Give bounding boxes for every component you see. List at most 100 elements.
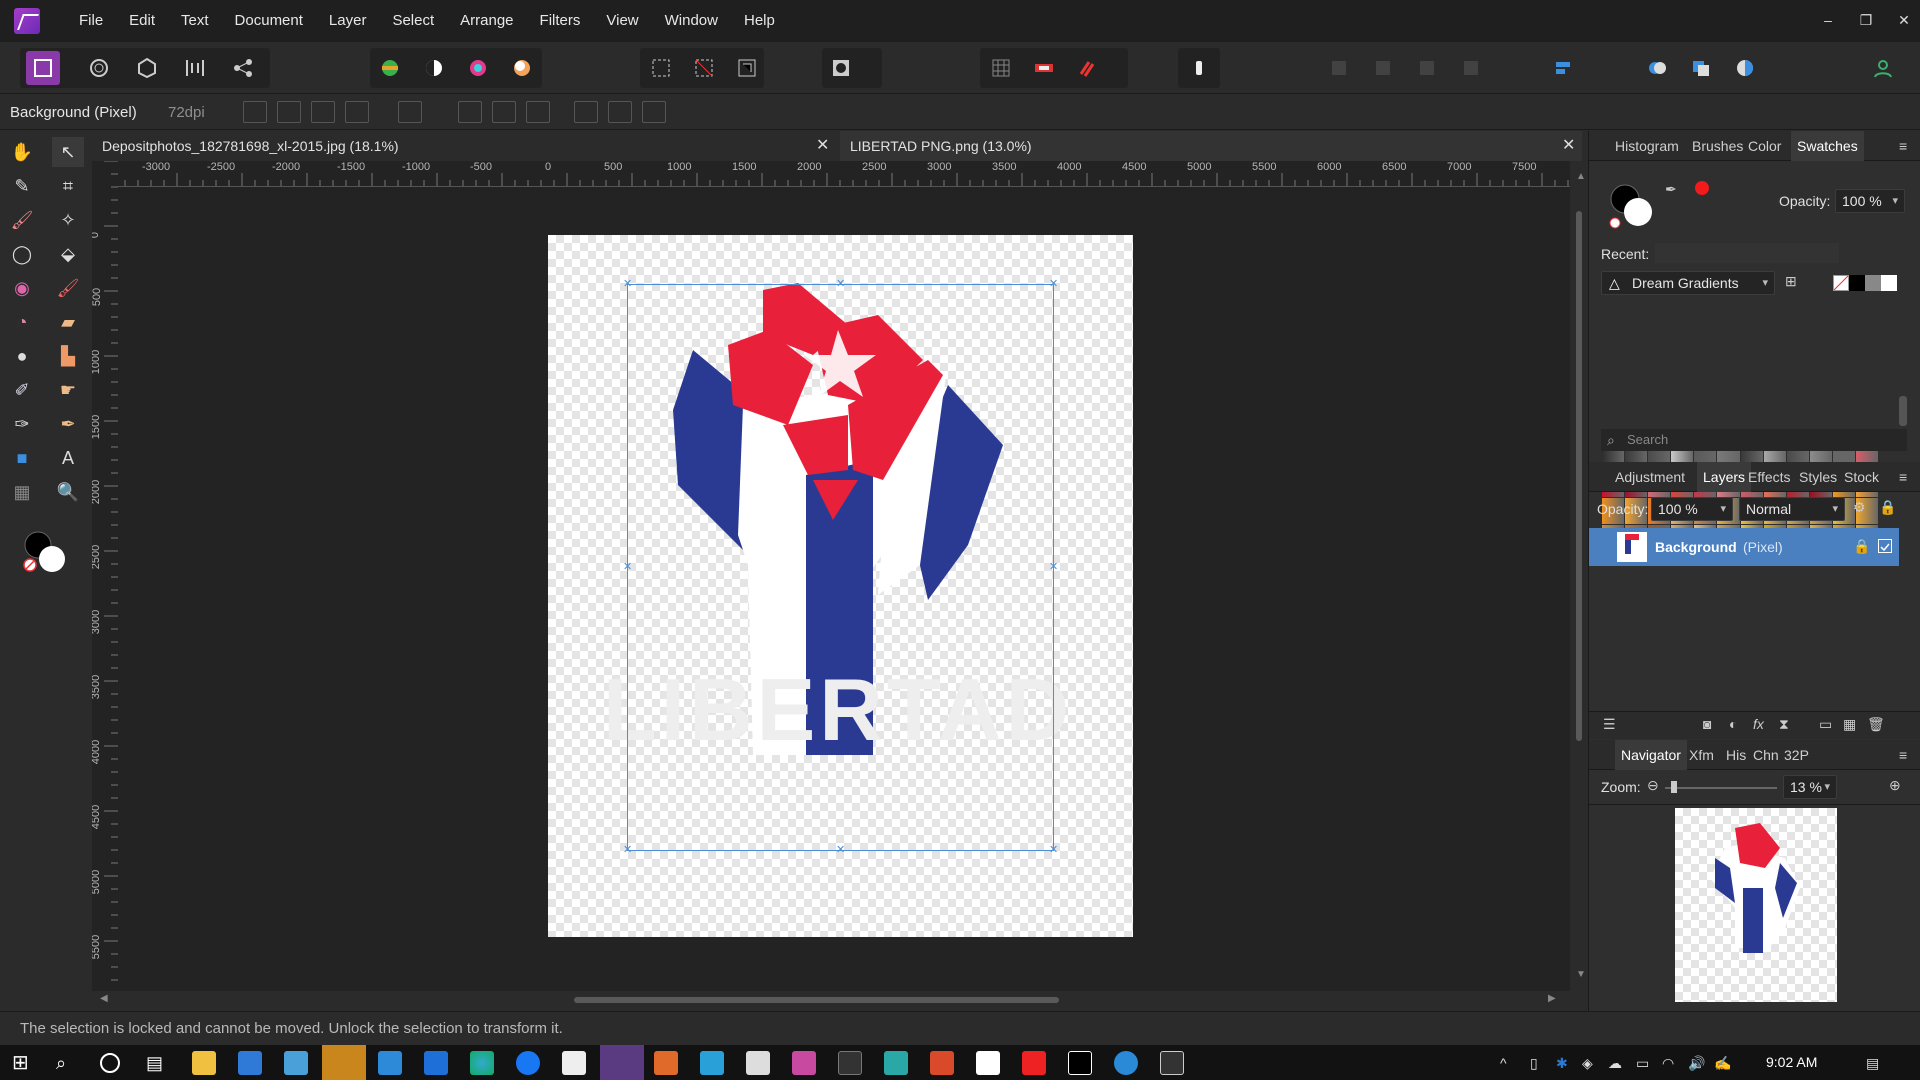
fill-stroke-swatch-icon[interactable] [1607, 181, 1659, 233]
tab-swatches[interactable]: Swatches [1791, 131, 1864, 161]
smudge-tool-icon[interactable]: ☛ [52, 375, 84, 405]
arrange-back-icon[interactable] [1322, 51, 1356, 85]
grid-icon[interactable] [984, 51, 1018, 85]
arrange-front-icon[interactable] [1454, 51, 1488, 85]
account-icon[interactable] [1866, 51, 1900, 85]
menu-document[interactable]: Document [222, 0, 316, 42]
menu-file[interactable]: File [66, 0, 116, 42]
erase-brush-tool-icon[interactable]: ▰ [52, 307, 84, 337]
menu-view[interactable]: View [593, 0, 651, 42]
boolean-add-icon[interactable] [1640, 51, 1674, 85]
word-icon[interactable] [424, 1051, 448, 1075]
transform-handle[interactable]: ✕ [1049, 562, 1058, 573]
layer-row[interactable]: Background (Pixel) 🔒 [1589, 528, 1899, 566]
transform-handle[interactable]: ✕ [623, 562, 632, 573]
blemish-tool-icon[interactable]: ✐ [6, 375, 38, 405]
boolean-subtract-icon[interactable] [1684, 51, 1718, 85]
cortana-icon[interactable] [100, 1053, 120, 1073]
notifications-icon[interactable]: ▤ [1866, 1051, 1890, 1075]
tiktok-icon[interactable] [1068, 1051, 1092, 1075]
pixel-layer-icon[interactable]: ▦ [1843, 716, 1856, 733]
group-folder-icon[interactable]: ▭ [1819, 716, 1832, 733]
cloud-tray-icon[interactable]: ☁ [1608, 1051, 1632, 1075]
tab-libertad[interactable]: LIBERTAD PNG.png (13.0%) [840, 131, 1582, 161]
scale-with-object-icon[interactable] [311, 101, 335, 123]
edge-browser-icon[interactable] [470, 1051, 494, 1075]
hand-tool-icon[interactable]: ✋ [6, 137, 38, 167]
lock-icon[interactable]: 🔒 [1879, 499, 1896, 516]
hide-selection-icon[interactable] [345, 101, 369, 123]
delete-layer-icon[interactable]: 🗑 [1867, 716, 1885, 733]
zoom-slider-thumb[interactable] [1671, 781, 1677, 793]
affinity-photo-taskbar-icon[interactable] [600, 1045, 644, 1080]
menu-layer[interactable]: Layer [316, 0, 380, 42]
current-color-dot[interactable] [1695, 181, 1709, 195]
close-tab-icon[interactable]: ✕ [816, 131, 829, 161]
dodge-tool-icon[interactable]: ● [6, 341, 38, 371]
develop-persona-icon[interactable] [130, 51, 164, 85]
clone-brush-tool-icon[interactable]: ▙ [52, 341, 84, 371]
active-app-icon[interactable] [322, 1045, 366, 1080]
zoom-slider[interactable] [1665, 781, 1777, 793]
app-icon[interactable] [284, 1051, 308, 1075]
mail-icon[interactable] [378, 1051, 402, 1075]
pen-tool-icon[interactable]: ✒ [52, 409, 84, 439]
tab-stock[interactable]: Stock [1844, 462, 1879, 492]
none-swatch-icon[interactable] [1833, 275, 1849, 291]
adjustment-layer-icon[interactable]: ◐ [1729, 716, 1737, 732]
cloud-app-icon[interactable] [562, 1051, 586, 1075]
select-all-icon[interactable] [644, 51, 678, 85]
flood-select-tool-icon[interactable]: ✧ [52, 205, 84, 235]
transform-origin-icon[interactable] [243, 101, 267, 123]
scroll-right-icon[interactable]: ▶ [1548, 993, 1556, 1004]
transform-handle[interactable]: ✕ [1049, 845, 1058, 856]
horizontal-scroll-thumb[interactable] [574, 997, 1059, 1003]
align-right-icon[interactable] [526, 101, 550, 123]
task-view-icon[interactable]: ▤ [146, 1051, 170, 1075]
tab-channels[interactable]: Chn [1753, 740, 1779, 770]
align-icon[interactable] [1546, 51, 1580, 85]
menu-select[interactable]: Select [379, 0, 447, 42]
menu-arrange[interactable]: Arrange [447, 0, 526, 42]
tab-32p[interactable]: 32P [1784, 740, 1809, 770]
invert-selection-icon[interactable] [730, 51, 764, 85]
tab-history[interactable]: His [1726, 740, 1746, 770]
youtube-icon[interactable] [1022, 1051, 1046, 1075]
tray-chevron-icon[interactable]: ^ [1500, 1051, 1524, 1075]
photo-persona-icon[interactable] [26, 51, 60, 85]
menu-text[interactable]: Text [168, 0, 222, 42]
move-tool-icon[interactable]: ↖ [52, 137, 84, 167]
swatch-scroll-thumb[interactable] [1899, 396, 1907, 426]
assistant-icon[interactable] [1027, 51, 1061, 85]
liquify-persona-icon[interactable] [82, 51, 116, 85]
paypal-icon[interactable] [976, 1051, 1000, 1075]
scroll-down-icon[interactable]: ▼ [1576, 969, 1586, 980]
boolean-intersect-icon[interactable] [1728, 51, 1762, 85]
bluetooth-icon[interactable]: ✱ [1556, 1051, 1580, 1075]
affinity-designer-icon[interactable] [654, 1051, 678, 1075]
selection-brush-tool-icon[interactable]: 🖌 [6, 205, 38, 235]
close-window-button[interactable]: ✕ [1884, 0, 1920, 42]
tab-navigator[interactable]: Navigator [1615, 740, 1687, 770]
lasso-tool-icon[interactable]: ◯ [6, 239, 38, 269]
close-tab-icon[interactable]: ✕ [1562, 131, 1575, 161]
tone-mapping-persona-icon[interactable] [178, 51, 212, 85]
navigator-preview[interactable] [1675, 808, 1837, 1002]
recent-swatches-strip[interactable] [1655, 243, 1839, 263]
rotate-selection-icon[interactable] [398, 101, 422, 123]
onedrive-icon[interactable] [1114, 1051, 1138, 1075]
panel-menu-icon[interactable]: ≡ [1899, 462, 1907, 492]
tab-transform[interactable]: Xfm [1689, 740, 1714, 770]
transform-handle[interactable]: ✕ [836, 279, 845, 290]
paint-brush-tool-icon[interactable]: 🖌 [52, 273, 84, 303]
transform-mode-icon[interactable] [1182, 51, 1216, 85]
levels-icon[interactable] [373, 51, 407, 85]
app-icon[interactable] [792, 1051, 816, 1075]
color-replacement-tool-icon[interactable]: ◔ [6, 307, 38, 337]
gradient-tool-icon[interactable]: ◉ [6, 273, 38, 303]
arrange-forward-icon[interactable] [1410, 51, 1444, 85]
align-middle-icon[interactable] [608, 101, 632, 123]
palette-dropdown[interactable]: Dream Gradients [1601, 271, 1775, 295]
tab-brushes[interactable]: Brushes [1692, 131, 1743, 161]
transform-handle[interactable]: ✕ [623, 279, 632, 290]
